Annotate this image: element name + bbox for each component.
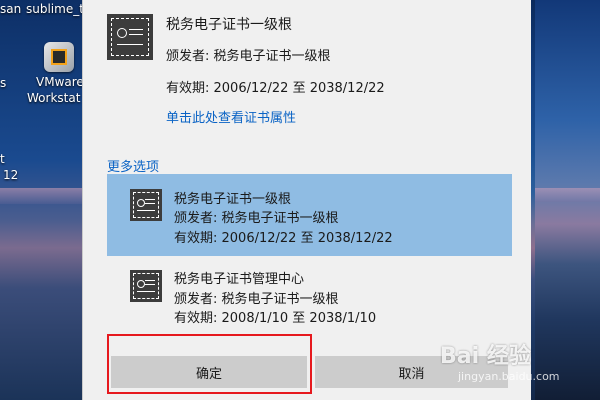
horizon-glow-right [535,188,600,202]
certificate-icon [130,270,162,302]
desktop-label-workstation[interactable]: Workstat [27,91,80,105]
option-2-validity: 有效期: 2008/1/10 至 2038/1/10 [174,311,377,326]
vmware-icon[interactable] [44,42,74,72]
horizon-glow-left [0,188,95,204]
top-cert-issuer: 颁发者: 税务电子证书一级根 [166,49,331,64]
more-options-label: 更多选项 [107,160,160,175]
ok-highlight-box [107,334,312,394]
desktop-label-edge-12: 12 [3,168,19,182]
top-cert-name: 税务电子证书一级根 [166,17,292,33]
view-cert-properties-link[interactable]: 单击此处查看证书属性 [166,107,296,126]
top-cert-validity: 有效期: 2006/12/22 至 2038/12/22 [166,81,385,96]
option-2-issuer: 颁发者: 税务电子证书一级根 [174,292,339,307]
desktop-label-san[interactable]: san [0,2,21,16]
option-1-validity: 有效期: 2006/12/22 至 2038/12/22 [174,231,393,246]
certificate-icon [107,14,153,60]
baidu-watermark: Bai 经验 [440,344,531,369]
option-2-name: 税务电子证书管理中心 [174,272,305,287]
certificate-icon [130,189,162,221]
baidu-watermark-url: jingyan.baidu.com [458,370,560,383]
desktop-label-edge: s [0,76,7,90]
option-1-issuer: 颁发者: 税务电子证书一级根 [174,211,339,226]
desktop-label-vmware[interactable]: VMware [36,75,84,89]
desktop-label-edge-t: t [0,152,5,166]
option-1-name: 税务电子证书一级根 [174,192,292,207]
